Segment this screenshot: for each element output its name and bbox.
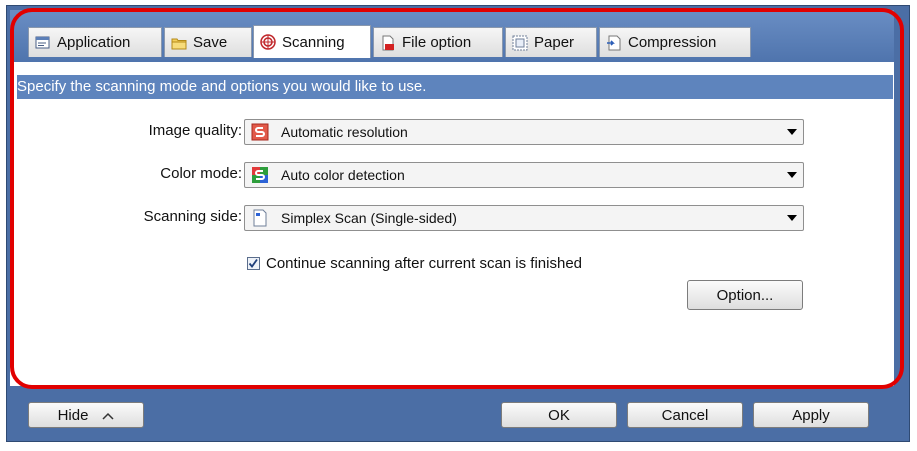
auto-color-icon bbox=[251, 166, 269, 184]
auto-resolution-icon bbox=[251, 123, 269, 141]
chevron-down-icon bbox=[787, 215, 797, 221]
application-icon bbox=[35, 35, 51, 51]
hide-button[interactable]: Hide bbox=[28, 402, 144, 428]
scanning-icon bbox=[260, 34, 276, 50]
tab-scanning[interactable]: Scanning bbox=[253, 25, 371, 58]
scanning-side-label: Scanning side: bbox=[143, 208, 242, 225]
scanning-side-dropdown[interactable]: Simplex Scan (Single-sided) bbox=[244, 205, 804, 231]
continue-scanning-label: Continue scanning after current scan is … bbox=[266, 255, 583, 272]
chevron-down-icon bbox=[787, 129, 797, 135]
folder-icon bbox=[171, 35, 187, 51]
cancel-button[interactable]: Cancel bbox=[627, 402, 743, 428]
image-quality-dropdown[interactable]: Automatic resolution bbox=[244, 119, 804, 145]
simplex-icon bbox=[251, 209, 269, 227]
footer-bar: Hide OK Cancel Apply bbox=[6, 393, 910, 442]
color-mode-label: Color mode: bbox=[160, 165, 242, 182]
chevron-up-icon bbox=[102, 407, 114, 424]
hide-label: Hide bbox=[57, 406, 89, 424]
continue-scanning-row[interactable]: Continue scanning after current scan is … bbox=[247, 255, 582, 272]
paper-icon bbox=[512, 35, 528, 51]
image-quality-value: Automatic resolution bbox=[281, 124, 408, 140]
ok-button[interactable]: OK bbox=[501, 402, 617, 428]
tab-label: File option bbox=[402, 34, 472, 51]
scanning-options: Image quality: Automatic resolution Colo… bbox=[17, 99, 893, 383]
image-quality-label: Image quality: bbox=[148, 122, 242, 139]
scanning-side-value: Simplex Scan (Single-sided) bbox=[281, 210, 457, 226]
tab-label: Application bbox=[57, 34, 131, 51]
tab-file-option[interactable]: File option bbox=[373, 27, 503, 57]
chevron-down-icon bbox=[787, 172, 797, 178]
color-mode-dropdown[interactable]: Auto color detection bbox=[244, 162, 804, 188]
tab-paper[interactable]: Paper bbox=[505, 27, 597, 57]
tab-compression[interactable]: Compression bbox=[599, 27, 751, 57]
tab-save[interactable]: Save bbox=[164, 27, 252, 57]
tab-label: Scanning bbox=[282, 33, 345, 51]
continue-scanning-checkbox[interactable] bbox=[247, 257, 260, 270]
file-option-icon bbox=[380, 35, 396, 51]
tab-label: Save bbox=[193, 34, 228, 51]
tab-label: Compression bbox=[628, 34, 717, 51]
compression-icon bbox=[606, 35, 622, 51]
apply-button[interactable]: Apply bbox=[753, 402, 869, 428]
instruction-banner: Specify the scanning mode and options yo… bbox=[17, 75, 893, 99]
color-mode-value: Auto color detection bbox=[281, 167, 405, 183]
checkmark-icon bbox=[248, 258, 258, 268]
tab-label: Paper bbox=[534, 34, 575, 51]
option-button[interactable]: Option... bbox=[687, 280, 803, 310]
tab-application[interactable]: Application bbox=[28, 27, 162, 57]
